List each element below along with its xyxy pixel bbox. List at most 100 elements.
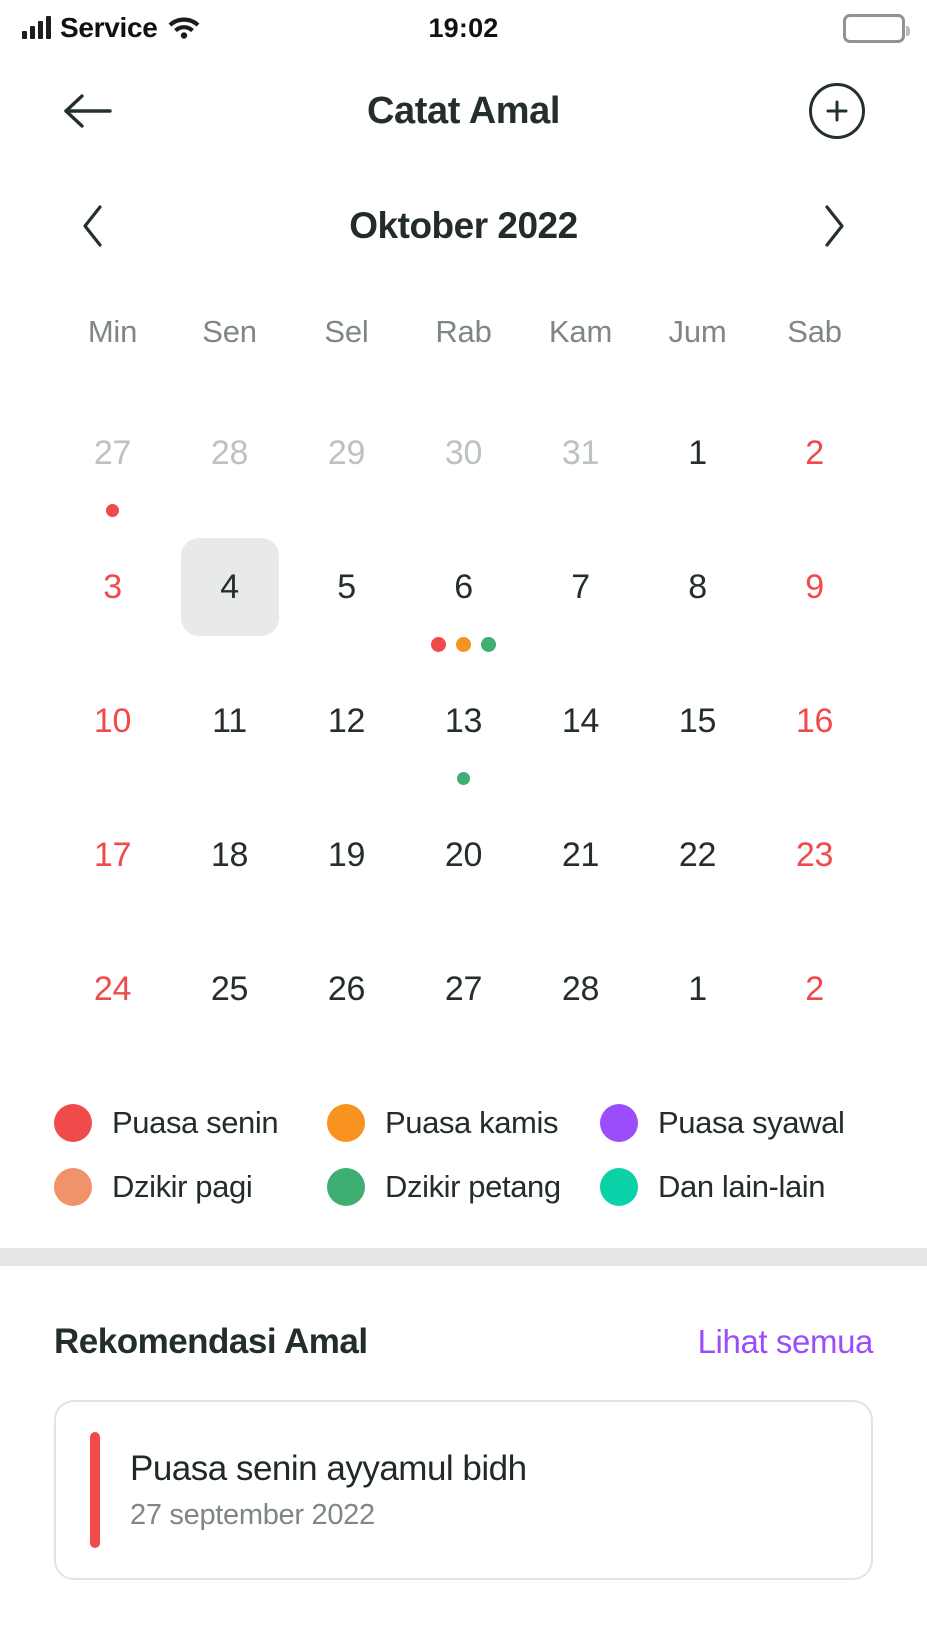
calendar-day-cell[interactable]: 27: [54, 388, 171, 522]
back-button[interactable]: [62, 82, 120, 140]
calendar-day-number: 3: [103, 568, 122, 606]
calendar-day-number: 13: [444, 702, 483, 740]
calendar-day-cell[interactable]: 9: [756, 522, 873, 656]
calendar-day-cell[interactable]: 12: [288, 656, 405, 790]
see-all-link[interactable]: Lihat semua: [698, 1323, 874, 1361]
calendar-day-cell[interactable]: 1: [639, 388, 756, 522]
calendar-day-dots: [431, 636, 496, 652]
calendar-day-number: 12: [327, 702, 366, 740]
calendar-day-cell[interactable]: 14: [522, 656, 639, 790]
status-bar-left: Service: [22, 12, 201, 44]
calendar-day-cell[interactable]: 13: [405, 656, 522, 790]
calendar-day-cell[interactable]: 2: [756, 388, 873, 522]
calendar-day-cell[interactable]: 6: [405, 522, 522, 656]
calendar-day-number: 17: [93, 836, 132, 874]
calendar-week-row: 10 11 12 13 14 15 16: [54, 656, 873, 790]
card-accent-bar: [90, 1432, 100, 1548]
calendar-day-box: 28: [532, 940, 630, 1038]
legend-item-dan-lain-lain: Dan lain-lain: [600, 1168, 873, 1206]
calendar-day-dots: [106, 502, 119, 518]
calendar-day-cell[interactable]: 30: [405, 388, 522, 522]
weekday-label-sab: Sab: [787, 314, 842, 349]
legend-label: Dzikir pagi: [112, 1169, 253, 1204]
calendar-week-row: 3 4 5 6 7 8 9: [54, 522, 873, 656]
calendar-legend: Puasa senin Puasa kamis Puasa syawal Dzikir…: [0, 1058, 927, 1206]
calendar-day-box: 26: [298, 940, 396, 1038]
signal-bars-icon: [22, 16, 51, 39]
calendar-day-cell[interactable]: 18: [171, 790, 288, 924]
calendar-day-cell[interactable]: 11: [171, 656, 288, 790]
calendar-day-number: 15: [678, 702, 717, 740]
calendar: Min Sen Sel Rab Kam Jum Sab 27 28 29 30 31 1 2 3 4 5 6 7 8…: [0, 286, 927, 1058]
calendar-day-cell[interactable]: 8: [639, 522, 756, 656]
calendar-day-cell[interactable]: 31: [522, 388, 639, 522]
calendar-day-cell[interactable]: 1: [639, 924, 756, 1058]
legend-label: Dzikir petang: [385, 1169, 561, 1204]
calendar-day-number: 27: [93, 434, 132, 472]
recommendation-header: Rekomendasi Amal Lihat semua: [54, 1266, 873, 1362]
calendar-day-cell[interactable]: 22: [639, 790, 756, 924]
card-date: 27 september 2022: [130, 1498, 375, 1531]
calendar-day-box: 6: [415, 538, 513, 636]
calendar-day-cell[interactable]: 20: [405, 790, 522, 924]
calendar-day-number: 2: [805, 970, 824, 1008]
calendar-day-dots: [457, 770, 470, 786]
calendar-day-number: 23: [795, 836, 834, 874]
calendar-day-box: 27: [415, 940, 513, 1038]
calendar-day-number: 5: [337, 568, 356, 606]
calendar-day-cell[interactable]: 17: [54, 790, 171, 924]
section-divider: [0, 1248, 927, 1266]
add-button[interactable]: [809, 83, 865, 139]
calendar-day-box: 18: [181, 806, 279, 904]
calendar-week-row: 17 18 19 20 21 22 23: [54, 790, 873, 924]
calendar-day-cell[interactable]: 21: [522, 790, 639, 924]
calendar-day-number: 7: [571, 568, 590, 606]
calendar-day-cell[interactable]: 3: [54, 522, 171, 656]
calendar-weekday-header: Min Sen Sel Rab Kam Jum Sab: [54, 286, 873, 388]
prev-month-button[interactable]: [68, 201, 118, 251]
calendar-day-box: 17: [64, 806, 162, 904]
calendar-day-cell[interactable]: 16: [756, 656, 873, 790]
calendar-day-box: 14: [532, 672, 630, 770]
calendar-day-number: 26: [327, 970, 366, 1008]
legend-row: Puasa senin Puasa kamis Puasa syawal: [54, 1104, 873, 1142]
status-bar-right: [843, 13, 910, 43]
calendar-day-cell[interactable]: 27: [405, 924, 522, 1058]
calendar-day-cell[interactable]: 28: [522, 924, 639, 1058]
calendar-day-cell[interactable]: 28: [171, 388, 288, 522]
weekday-label-kam: Kam: [548, 314, 613, 349]
recommendation-card[interactable]: Puasa senin ayyamul bidh 27 september 202…: [54, 1400, 873, 1580]
calendar-day-box: 27: [64, 404, 162, 502]
arrow-left-icon: [64, 94, 112, 128]
calendar-day-number: 28: [210, 434, 249, 472]
calendar-day-cell[interactable]: 29: [288, 388, 405, 522]
calendar-day-cell[interactable]: 4: [171, 522, 288, 656]
legend-item-puasa-syawal: Puasa syawal: [600, 1104, 873, 1142]
next-month-button[interactable]: [809, 201, 859, 251]
calendar-day-number: 22: [678, 836, 717, 874]
month-label[interactable]: Oktober 2022: [349, 205, 578, 247]
calendar-day-cell[interactable]: 24: [54, 924, 171, 1058]
legend-item-puasa-kamis: Puasa kamis: [327, 1104, 600, 1142]
calendar-day-cell[interactable]: 23: [756, 790, 873, 924]
calendar-day-box: 23: [766, 806, 864, 904]
calendar-day-box: 28: [181, 404, 279, 502]
legend-label: Puasa kamis: [385, 1105, 559, 1140]
calendar-day-cell[interactable]: 5: [288, 522, 405, 656]
calendar-day-cell[interactable]: 19: [288, 790, 405, 924]
calendar-day-cell[interactable]: 10: [54, 656, 171, 790]
calendar-day-cell[interactable]: 25: [171, 924, 288, 1058]
calendar-day-cell[interactable]: 15: [639, 656, 756, 790]
calendar-day-box: 4: [180, 538, 279, 636]
calendar-day-cell[interactable]: 7: [522, 522, 639, 656]
calendar-day-cell[interactable]: 26: [288, 924, 405, 1058]
weekday-label-min: Min: [87, 314, 138, 349]
calendar-day-number: 8: [688, 568, 707, 606]
calendar-day-cell[interactable]: 2: [756, 924, 873, 1058]
weekday-label-jum: Jum: [668, 314, 727, 349]
calendar-day-box: 22: [649, 806, 747, 904]
calendar-day-box: 2: [766, 940, 864, 1038]
calendar-day-dot: [106, 503, 119, 517]
calendar-day-dot: [456, 636, 471, 652]
calendar-day-number: 11: [212, 702, 247, 740]
